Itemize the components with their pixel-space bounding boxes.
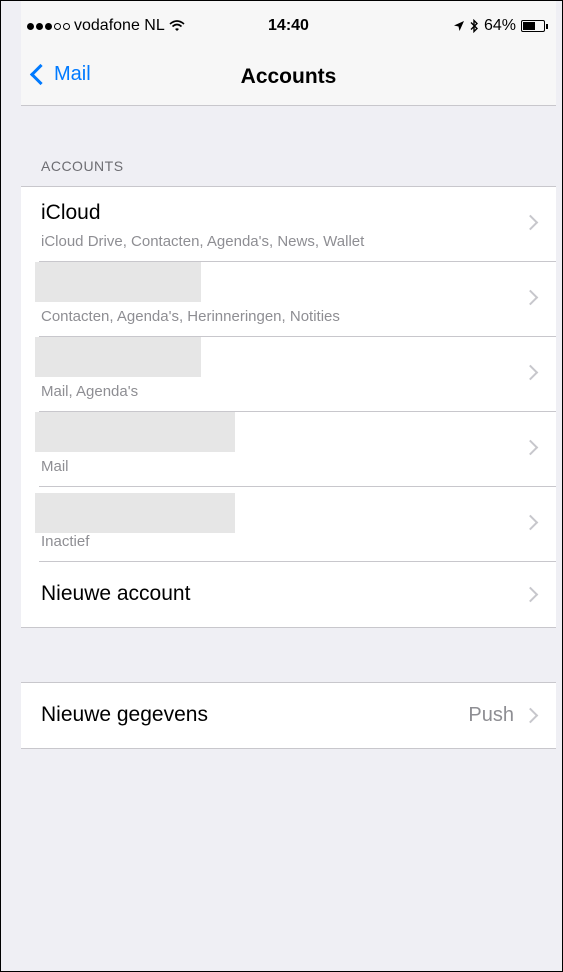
redacted-account-name	[35, 262, 201, 302]
battery-percentage: 64%	[483, 17, 516, 34]
account-row-redacted-3[interactable]: Mail	[21, 412, 556, 487]
account-subtitle: Mail, Agenda's	[41, 383, 139, 400]
add-account-label: Nieuwe account	[41, 582, 191, 605]
chevron-right-icon	[522, 586, 539, 603]
account-row-redacted-4[interactable]: Inactief	[21, 487, 556, 562]
location-arrow-icon	[453, 21, 464, 31]
redacted-account-name	[35, 493, 235, 533]
account-row-redacted-2[interactable]: Mail, Agenda's	[21, 337, 556, 412]
chevron-right-icon	[522, 707, 539, 724]
add-account-row[interactable]: Nieuwe account	[21, 562, 556, 627]
chevron-right-icon	[522, 289, 539, 306]
accounts-list: iCloud iCloud Drive, Contacten, Agenda's…	[21, 186, 556, 628]
battery-icon	[521, 20, 548, 32]
navigation-bar: Mail Accounts	[21, 51, 556, 106]
section-header-accounts: ACCOUNTS	[41, 158, 124, 174]
account-row-icloud[interactable]: iCloud iCloud Drive, Contacten, Agenda's…	[21, 187, 556, 262]
account-subtitle: Inactief	[41, 533, 90, 550]
fetch-new-data-label: Nieuwe gegevens	[41, 703, 208, 726]
account-subtitle: Mail	[41, 458, 69, 475]
status-bar: vodafone NL 14:40 64%	[21, 1, 556, 51]
fetch-new-data-row[interactable]: Nieuwe gegevens Push	[21, 683, 556, 748]
account-subtitle: iCloud Drive, Contacten, Agenda's, News,…	[41, 233, 365, 250]
phone-screen: vodafone NL 14:40 64% Mail Accounts ACCO…	[21, 1, 556, 971]
account-subtitle: Contacten, Agenda's, Herinneringen, Noti…	[41, 308, 340, 325]
chevron-right-icon	[522, 514, 539, 531]
screenshot-frame: vodafone NL 14:40 64% Mail Accounts ACCO…	[0, 0, 563, 972]
status-right: 64%	[453, 17, 548, 35]
bluetooth-icon	[470, 19, 478, 33]
account-title: iCloud	[41, 201, 101, 224]
chevron-right-icon	[522, 364, 539, 381]
chevron-right-icon	[522, 214, 539, 231]
chevron-right-icon	[522, 439, 539, 456]
redacted-account-name	[35, 412, 235, 452]
fetch-mode-value: Push	[468, 704, 514, 726]
fetch-settings-list: Nieuwe gegevens Push	[21, 682, 556, 749]
redacted-account-name	[35, 337, 201, 377]
account-row-redacted-1[interactable]: Contacten, Agenda's, Herinneringen, Noti…	[21, 262, 556, 337]
page-title: Accounts	[240, 65, 337, 88]
